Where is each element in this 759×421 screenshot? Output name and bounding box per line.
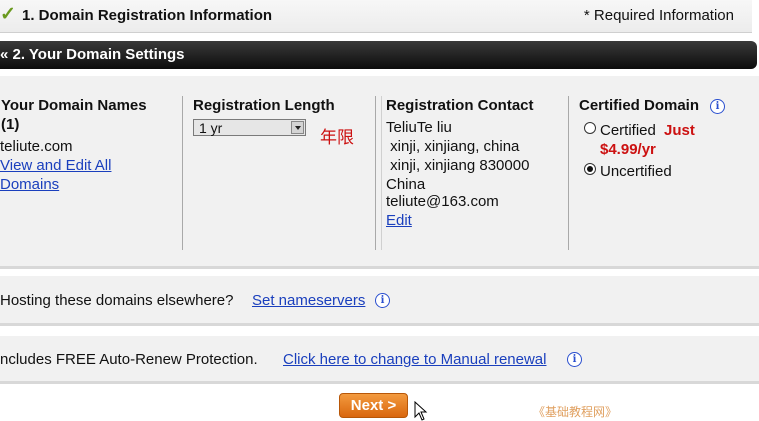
step2-header: « 2. Your Domain Settings — [0, 41, 757, 69]
column-divider — [381, 96, 382, 250]
select-value: 1 yr — [199, 120, 223, 136]
contact-address-line1: xinji, xinjiang, china — [386, 138, 520, 155]
certified-price: $4.99/yr — [600, 141, 656, 158]
info-icon[interactable]: i — [710, 99, 725, 114]
domain-name: teliute.com — [0, 138, 73, 155]
step1-bar[interactable]: ✓ 1. Domain Registration Information * R… — [0, 0, 752, 33]
required-info-note: * Required Information — [583, 7, 734, 24]
column-divider — [182, 96, 183, 250]
contact-name: TeliuTe liu — [386, 119, 452, 136]
watermark-text: 《基础教程网》 — [533, 405, 618, 419]
certified-price-just: Just — [664, 122, 695, 139]
column-divider — [568, 96, 569, 250]
contact-email: teliute@163.com — [386, 193, 499, 210]
step1-title: 1. Domain Registration Information — [22, 7, 273, 24]
view-edit-domains-link-cont[interactable]: Domains — [0, 176, 59, 193]
next-button[interactable]: Next > — [339, 393, 408, 418]
contact-country: China — [386, 176, 426, 193]
edit-contact-link[interactable]: Edit — [386, 212, 412, 229]
certified-domain-heading: Certified Domain — [579, 97, 700, 114]
chevron-down-icon[interactable] — [291, 121, 304, 134]
certified-radio[interactable] — [584, 122, 596, 134]
domain-names-heading: Your Domain Names — [1, 97, 147, 114]
uncertified-radio[interactable] — [584, 163, 596, 175]
column-divider — [375, 96, 376, 250]
auto-renew-text: ncludes FREE Auto-Renew Protection. — [0, 351, 258, 368]
info-icon[interactable]: i — [375, 293, 390, 308]
hosting-text: Hosting these domains elsewhere? — [0, 292, 234, 309]
mouse-cursor-icon — [414, 401, 428, 421]
registration-length-heading: Registration Length — [193, 97, 335, 114]
registration-contact-heading: Registration Contact — [386, 97, 534, 114]
domain-count: (1) — [1, 116, 20, 133]
auto-renew-row: ncludes FREE Auto-Renew Protection. Clic… — [0, 336, 759, 384]
contact-address-line2: xinji, xinjiang 830000 — [386, 157, 530, 174]
domain-settings-panel: Your Domain Names (1) teliute.com View a… — [0, 76, 759, 269]
registration-length-select[interactable]: 1 yr — [193, 119, 306, 136]
length-annotation: 年限 — [320, 128, 354, 147]
certified-option-label[interactable]: Certified — [600, 122, 656, 139]
info-icon[interactable]: i — [567, 352, 582, 367]
manual-renewal-link[interactable]: Click here to change to Manual renewal — [283, 351, 546, 368]
checkmark-icon: ✓ — [0, 4, 16, 25]
uncertified-option-label[interactable]: Uncertified — [600, 163, 672, 180]
step2-title: « 2. Your Domain Settings — [0, 46, 185, 63]
hosting-row: Hosting these domains elsewhere? Set nam… — [0, 276, 759, 326]
view-edit-domains-link[interactable]: View and Edit All — [0, 157, 111, 174]
set-nameservers-link[interactable]: Set nameservers — [252, 292, 365, 309]
